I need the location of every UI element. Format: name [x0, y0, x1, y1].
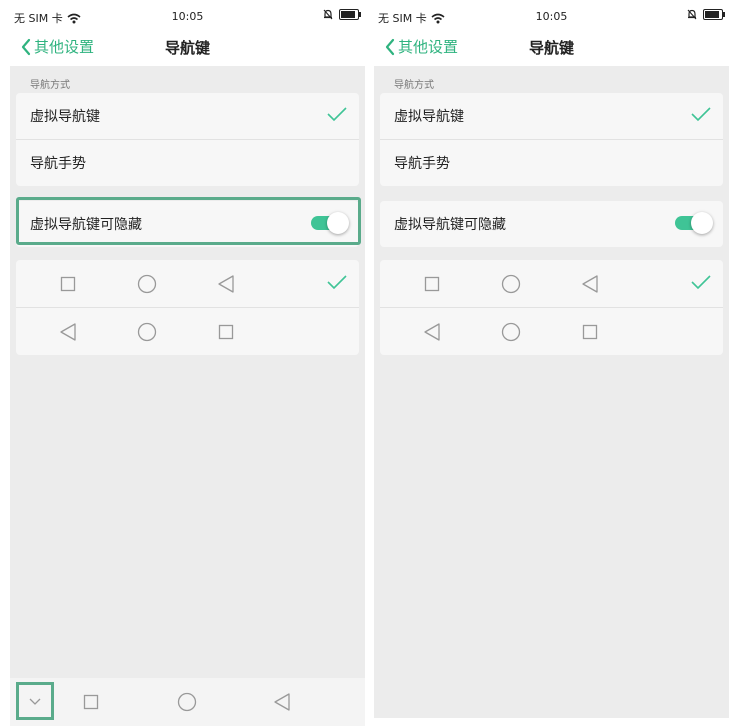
square-icon — [218, 324, 234, 340]
option-label: 导航手势 — [30, 156, 86, 172]
toggle-label: 虚拟导航键可隐藏 — [394, 217, 506, 233]
nav-mode-card: 虚拟导航键 导航手势 — [16, 93, 359, 186]
settings-content: 导航方式 虚拟导航键 导航手势 虚拟导航键可隐藏 — [374, 66, 729, 718]
hide-nav-toggle[interactable] — [675, 212, 713, 234]
option-label: 导航手势 — [394, 156, 450, 172]
section-label: 导航方式 — [394, 80, 434, 91]
circle-icon — [137, 322, 157, 342]
hide-nav-button[interactable] — [23, 690, 47, 714]
section-label: 导航方式 — [30, 80, 70, 91]
phone-screen-left: 无 SIM 卡 10:05 其他设置 导航键 导航方式 虚拟导航键 导航手势 虚… — [10, 0, 365, 726]
layout-option-2[interactable] — [380, 307, 723, 355]
option-gesture-nav[interactable]: 导航手势 — [16, 139, 359, 186]
layout-option-2[interactable] — [16, 307, 359, 355]
checkmark-icon — [691, 275, 711, 290]
layout-option-1[interactable] — [380, 260, 723, 307]
layout-card — [380, 260, 723, 355]
system-nav-bar — [10, 678, 365, 726]
option-gesture-nav[interactable]: 导航手势 — [380, 139, 723, 186]
chevron-down-icon — [29, 698, 41, 705]
option-label: 虚拟导航键 — [30, 109, 100, 125]
circle-icon — [501, 322, 521, 342]
square-icon — [424, 276, 440, 292]
triangle-left-icon — [218, 275, 234, 293]
highlight-frame — [16, 197, 361, 245]
triangle-left-icon — [582, 275, 598, 293]
checkmark-icon — [327, 275, 347, 290]
checkmark-icon — [327, 107, 347, 122]
square-icon — [582, 324, 598, 340]
clock: 10:05 — [535, 10, 568, 23]
phone-screen-right: 无 SIM 卡 10:05 其他设置 导航键 导航方式 虚拟导航键 导航手势 虚… — [374, 0, 729, 726]
clock: 10:05 — [171, 10, 204, 23]
square-icon — [83, 694, 99, 710]
option-label: 虚拟导航键 — [394, 109, 464, 125]
checkmark-icon — [691, 107, 711, 122]
triangle-left-icon — [424, 323, 440, 341]
status-bar: 无 SIM 卡 10:05 — [374, 0, 729, 32]
battery-icon — [339, 9, 361, 20]
triangle-left-icon — [274, 693, 290, 711]
settings-content: 导航方式 虚拟导航键 导航手势 虚拟导航键可隐藏 — [10, 66, 365, 678]
option-virtual-nav-keys[interactable]: 虚拟导航键 — [380, 93, 723, 139]
triangle-left-icon — [60, 323, 76, 341]
circle-icon — [501, 274, 521, 294]
title-bar: 其他设置 导航键 — [10, 32, 365, 66]
hide-toggle-card: 虚拟导航键可隐藏 — [380, 201, 723, 247]
layout-card — [16, 260, 359, 355]
square-icon — [60, 276, 76, 292]
page-title: 导航键 — [164, 39, 210, 57]
hide-toggle-row[interactable]: 虚拟导航键可隐藏 — [380, 201, 723, 247]
circle-icon — [177, 692, 197, 712]
home-button[interactable] — [175, 690, 199, 714]
status-bar: 无 SIM 卡 10:05 — [10, 0, 365, 32]
option-virtual-nav-keys[interactable]: 虚拟导航键 — [16, 93, 359, 139]
battery-icon — [703, 9, 725, 20]
recents-button[interactable] — [79, 690, 103, 714]
circle-icon — [137, 274, 157, 294]
nav-mode-card: 虚拟导航键 导航手势 — [380, 93, 723, 186]
alarm-icon — [687, 9, 697, 20]
page-title: 导航键 — [528, 39, 574, 57]
alarm-icon — [323, 9, 333, 20]
title-bar: 其他设置 导航键 — [374, 32, 729, 66]
layout-option-1[interactable] — [16, 260, 359, 307]
back-nav-button[interactable] — [270, 690, 294, 714]
